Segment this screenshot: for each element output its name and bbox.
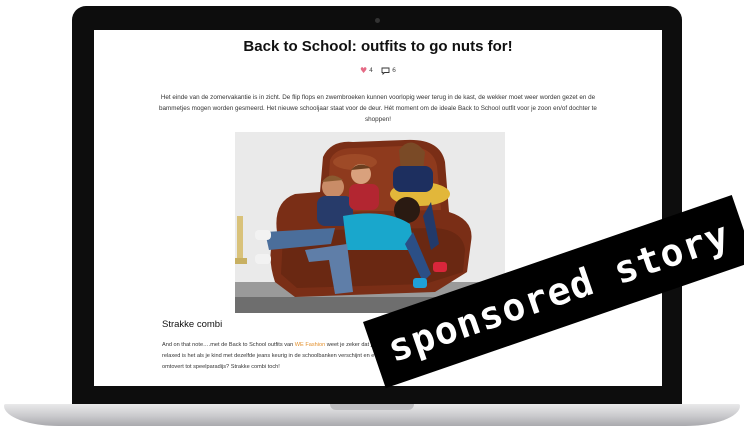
laptop-base xyxy=(4,404,740,426)
section-heading: Strakke combi xyxy=(162,319,223,330)
heart-icon[interactable]: ♥ xyxy=(360,66,367,75)
like-count: 4 xyxy=(369,67,373,74)
laptop-notch xyxy=(330,404,414,410)
article-intro: Het einde van de zomervakantie is in zic… xyxy=(159,94,597,123)
article-meta: ♥ 4 6 xyxy=(94,66,662,75)
article-title: Back to School: outfits to go nuts for! xyxy=(243,38,513,55)
speech-bubble-icon[interactable] xyxy=(381,66,393,75)
body-text: And on that note….met de Back to School … xyxy=(162,342,295,348)
comment-count: 6 xyxy=(392,67,396,74)
we-fashion-link[interactable]: WE Fashion xyxy=(295,342,325,348)
webcam-icon xyxy=(375,18,380,23)
